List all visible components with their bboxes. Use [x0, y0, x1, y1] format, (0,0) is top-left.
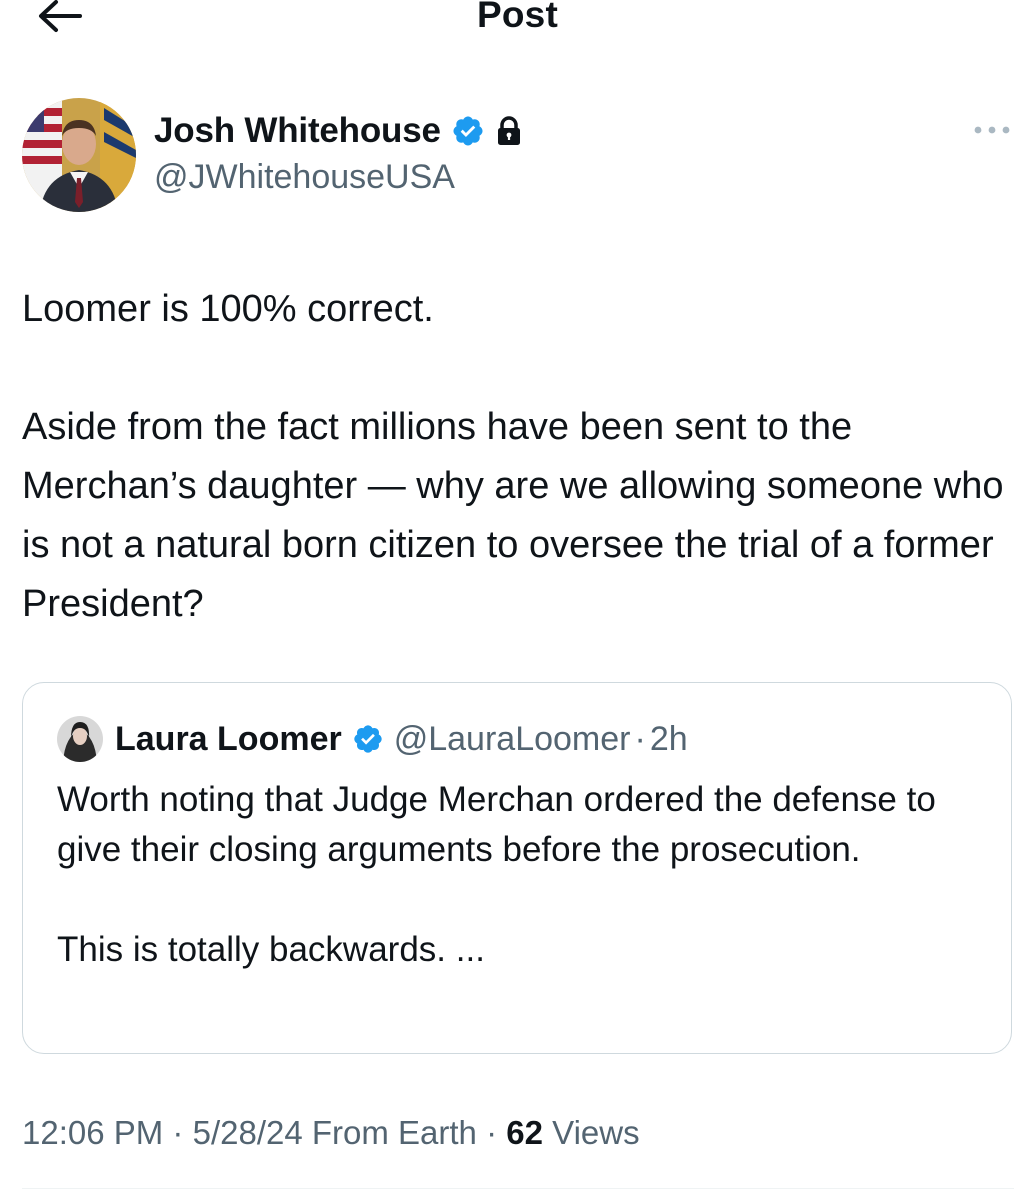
post-text: Loomer is 100% correct. Aside from the f… [22, 280, 1012, 634]
quoted-author-avatar [57, 716, 103, 762]
views-label[interactable]: Views [552, 1114, 639, 1151]
separator-dot: · [486, 1114, 498, 1151]
author-avatar[interactable] [22, 98, 136, 212]
more-options-button[interactable] [970, 118, 1014, 142]
quoted-avatar-image [57, 716, 103, 762]
author-handle[interactable]: @JWhitehouseUSA [154, 158, 455, 197]
verified-badge-icon [354, 725, 382, 753]
quoted-paragraph: This is totally backwards. ... [57, 930, 485, 969]
quoted-author-handle: @LauraLoomer [393, 719, 631, 758]
author-name-row: Josh Whitehouse [154, 108, 523, 154]
post-screen: Post Josh Whitehouse @JWhitehouseUSA Loo… [0, 0, 1035, 1200]
separator-dot: · [634, 719, 646, 758]
author-name[interactable]: Josh Whitehouse [154, 111, 441, 151]
post-paragraph: Loomer is 100% correct. [22, 288, 434, 330]
quoted-timestamp: 2h [649, 719, 688, 758]
page-title: Post [477, 0, 558, 35]
post-paragraph: Aside from the fact millions have been s… [22, 406, 1004, 625]
post-date: 5/28/24 [192, 1114, 303, 1151]
more-horizontal-icon [974, 126, 1010, 134]
post-meta: 12:06 PM · 5/28/24 From Earth · 62 Views [22, 1114, 640, 1152]
separator-dot: · [172, 1114, 184, 1151]
top-bar: Post [0, 0, 1035, 60]
quoted-text: Worth noting that Judge Merchan ordered … [57, 775, 987, 975]
quoted-paragraph: Worth noting that Judge Merchan ordered … [57, 780, 936, 869]
verified-badge-icon [453, 116, 483, 146]
views-count[interactable]: 62 [506, 1114, 543, 1151]
quoted-header: Laura Loomer @LauraLoomer · 2h [115, 717, 688, 761]
quoted-post[interactable]: Laura Loomer @LauraLoomer · 2h Worth not… [22, 682, 1012, 1054]
avatar-image [22, 98, 136, 212]
post-time: 12:06 PM [22, 1114, 164, 1151]
lock-icon [497, 116, 520, 145]
quoted-author-name: Laura Loomer [115, 719, 342, 758]
post-source: From Earth [311, 1114, 477, 1151]
divider [22, 1188, 1014, 1189]
